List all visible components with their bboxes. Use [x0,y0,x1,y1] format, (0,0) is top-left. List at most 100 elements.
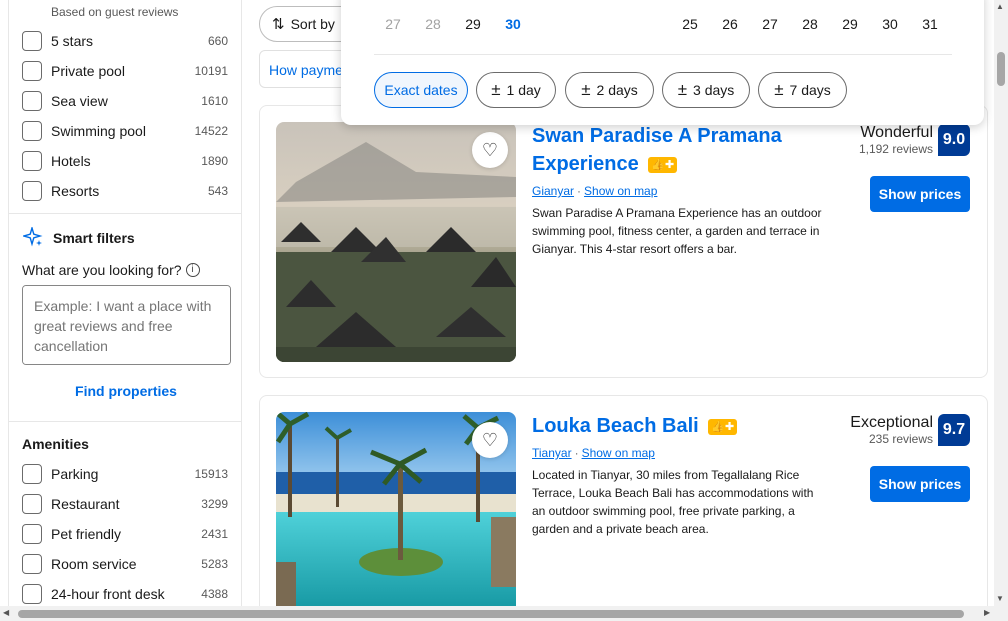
scroll-down-arrow-icon[interactable]: ▼ [996,594,1004,603]
plus-minus-icon: ± [677,80,688,99]
checkbox[interactable] [22,584,42,604]
calendar-day[interactable]: 30 [875,16,905,32]
checkbox[interactable] [22,121,42,141]
vertical-scrollbar[interactable]: ▲ ▼ [994,0,1008,606]
calendar-day[interactable]: 29 [835,16,865,32]
property-name-line1[interactable]: Swan Paradise A Pramana [532,125,782,147]
filter-label: Sea view [51,93,108,109]
property-name-line2[interactable]: Experience [532,153,639,175]
property-name[interactable]: Swan Paradise A Pramana Experience 👍✚ [532,122,782,178]
calendar-day[interactable]: 25 [675,16,705,32]
payment-info-text: How payme [269,62,343,78]
checkbox[interactable] [22,31,42,51]
property-name-line1[interactable]: Louka Beach Bali [532,415,699,437]
scroll-left-arrow-icon[interactable]: ◀ [3,608,9,617]
flex-3-days-chip[interactable]: ± 3 days [662,72,750,108]
genius-badge-icon: 👍✚ [708,418,738,435]
heart-icon[interactable]: ♡ [472,422,508,458]
checkbox[interactable] [22,151,42,171]
filter-label: 24-hour front desk [51,586,165,602]
info-icon[interactable]: i [185,263,200,277]
calendar-day[interactable]: 31 [915,16,945,32]
rating-block[interactable]: Wonderful 1,192 reviews 9.0 [859,124,970,156]
flex-7-days-chip[interactable]: ± 7 days [758,72,847,108]
review-score: 9.7 [938,414,970,446]
filter-count: 14522 [194,124,228,138]
filter-parking[interactable]: Parking 15913 [22,463,228,485]
filter-label: 5 stars [51,33,94,49]
filter-label: Swimming pool [51,123,146,139]
smart-filters-input[interactable] [22,285,231,365]
calendar-day-selected[interactable]: 30 [498,16,528,32]
checkbox[interactable] [22,91,42,111]
checkbox[interactable] [22,181,42,201]
heart-icon[interactable]: ♡ [472,132,508,168]
filter-label: Private pool [51,63,125,79]
filter-restaurant[interactable]: Restaurant 3299 [22,493,228,515]
smart-filters-title: Smart filters [53,230,135,246]
location-link[interactable]: Gianyar [532,184,574,198]
calendar-day: 28 [425,16,441,32]
plus-minus-icon: ± [581,80,591,99]
filter-5-stars[interactable]: 5 stars 660 [22,30,228,52]
property-name[interactable]: Louka Beach Bali 👍✚ [532,412,738,440]
property-description: Located in Tianyar, 30 miles from Tegall… [532,468,814,536]
property-photo[interactable]: ♡ [276,122,516,362]
filter-private-pool[interactable]: Private pool 10191 [22,60,228,82]
show-on-map-link[interactable]: Show on map [584,184,657,198]
flex-1-day-chip[interactable]: ± 1 day [476,72,556,108]
filter-label: Resorts [51,183,100,199]
flex-exact-dates-chip[interactable]: Exact dates [374,72,468,108]
checkbox[interactable] [22,524,42,544]
checkbox[interactable] [22,464,42,484]
filter-hotels[interactable]: Hotels 1890 [22,150,228,172]
location-line: Gianyar · Show on map [532,184,658,198]
calendar-day[interactable]: 29 [458,16,488,32]
chip-label: 2 days [596,82,638,98]
filter-swimming-pool[interactable]: Swimming pool 14522 [22,120,228,142]
calendar-day[interactable]: 26 [715,16,745,32]
sparkle-icon [21,225,44,249]
filter-room-service[interactable]: Room service 5283 [22,553,228,575]
filter-count: 1890 [201,154,228,168]
filter-count: 15913 [194,467,228,481]
smart-filters-question: What are you looking for? i [22,262,200,278]
calendar-day[interactable]: 27 [755,16,785,32]
show-prices-button[interactable]: Show prices [870,466,970,502]
show-on-map-link[interactable]: Show on map [582,446,655,460]
rating-block[interactable]: Exceptional 235 reviews 9.7 [850,414,970,446]
show-prices-button[interactable]: Show prices [870,176,970,212]
horizontal-scrollbar[interactable]: ◀ ▶ [0,606,1008,621]
filter-count: 2431 [201,527,228,541]
flex-2-days-chip[interactable]: ± 2 days [565,72,654,108]
find-properties-button[interactable]: Find properties [9,383,241,399]
scroll-up-arrow-icon[interactable]: ▲ [996,2,1004,11]
filter-label: Parking [51,466,99,482]
filter-resorts[interactable]: Resorts 543 [22,180,228,202]
property-photo[interactable]: ♡ [276,412,516,621]
genius-badge-icon: 👍✚ [648,156,678,173]
section-divider [9,421,241,422]
filter-count: 3299 [201,497,228,511]
rating-word: Exceptional [850,414,933,431]
location-link[interactable]: Tianyar [532,446,572,460]
filter-count: 660 [207,34,228,48]
checkbox[interactable] [22,61,42,81]
filter-count: 543 [207,184,228,198]
chip-label: 3 days [693,82,735,98]
filter-label: Hotels [51,153,91,169]
rating-word: Wonderful [860,124,933,141]
scrollbar-thumb[interactable] [18,610,964,618]
scroll-right-arrow-icon[interactable]: ▶ [984,608,990,617]
scrollbar-thumb[interactable] [997,52,1005,86]
filter-24h-front-desk[interactable]: 24-hour front desk 4388 [22,583,228,605]
chip-label: 1 day [506,82,541,98]
checkbox[interactable] [22,494,42,514]
checkbox[interactable] [22,554,42,574]
review-count: 235 reviews [868,432,933,446]
filter-pet-friendly[interactable]: Pet friendly 2431 [22,523,228,545]
calendar-day[interactable]: 28 [795,16,825,32]
plus-minus-icon: ± [774,80,784,99]
filter-sea-view[interactable]: Sea view 1610 [22,90,228,112]
review-score: 9.0 [938,124,970,156]
